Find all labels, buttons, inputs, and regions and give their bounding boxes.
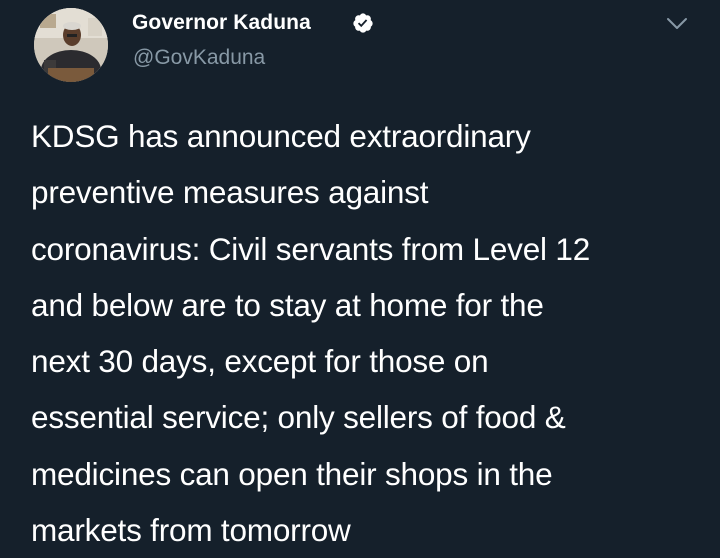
tweet-text-line: medicines can open their shops in the xyxy=(31,455,553,492)
author-handle[interactable]: @GovKaduna xyxy=(133,46,265,70)
tweet-text: KDSG has announced extraordinary prevent… xyxy=(31,108,701,558)
tweet-text-line: markets from tomorrow xyxy=(31,512,351,549)
chevron-down-icon[interactable] xyxy=(666,17,688,31)
author-display-name[interactable]: Governor Kaduna xyxy=(132,11,311,35)
tweet-text-line: KDSG has announced extraordinary xyxy=(31,118,531,154)
tweet-card: Governor Kaduna @GovKaduna KDSG has anno… xyxy=(0,0,720,548)
avatar[interactable] xyxy=(34,8,108,82)
tweet-text-line: essential service; only sellers of food … xyxy=(31,399,566,436)
tweet-text-line: and below are to stay at home for the xyxy=(31,286,544,323)
verified-badge-icon xyxy=(353,13,373,33)
tweet-text-line: coronavirus: Civil servants from Level 1… xyxy=(31,230,591,267)
avatar-photo-icon xyxy=(34,8,108,82)
tweet-text-line: preventive measures against xyxy=(31,174,429,211)
tweet-text-line: next 30 days, except for those on xyxy=(31,343,489,380)
